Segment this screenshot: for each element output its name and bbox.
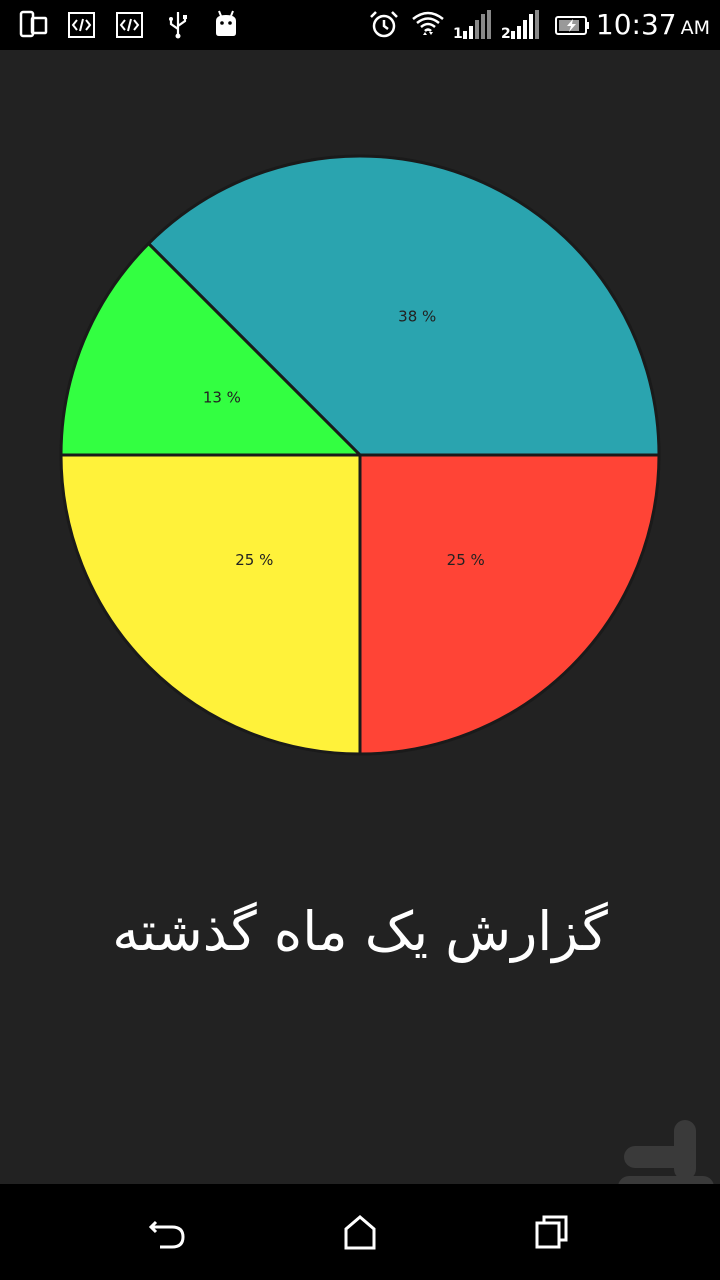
phone-dual-icon: [18, 9, 50, 41]
sim1-label: 1: [453, 26, 463, 41]
clock: 10:37 AM: [596, 8, 710, 41]
recents-icon[interactable]: [532, 1212, 572, 1252]
back-icon[interactable]: [148, 1212, 188, 1252]
sim2-label: 2: [501, 26, 511, 41]
signal-sim2-icon: 2: [500, 9, 542, 42]
pie-slice-label-3: 25 %: [447, 551, 485, 569]
navigation-bar: [0, 1184, 720, 1280]
android-icon: [210, 9, 242, 41]
pie-chart[interactable]: 38 % 13 % 25 % 25 %: [58, 153, 662, 757]
alarm-icon: [368, 9, 400, 41]
report-title: گزارش یک ماه گذشته: [112, 900, 608, 963]
pie-slice-label-0: 38 %: [398, 307, 436, 325]
battery-charging-icon: [554, 9, 592, 41]
main-content: 38 % 13 % 25 % 25 % گزارش یک ماه گذشته: [0, 50, 720, 1184]
code-icon: [66, 9, 98, 41]
pie-slice-label-2: 25 %: [235, 551, 273, 569]
pie-slice-3[interactable]: [358, 453, 661, 756]
usb-icon: [162, 9, 194, 41]
status-bar: 1 2 10:37 AM: [0, 0, 720, 50]
signal-sim1-icon: 1: [452, 9, 494, 42]
pie-chart-svg: 38 % 13 % 25 % 25 %: [59, 154, 661, 756]
wifi-icon: [410, 9, 446, 41]
pie-slice-2[interactable]: [59, 453, 362, 756]
clock-ampm: AM: [680, 17, 710, 39]
clock-time: 10:37: [595, 8, 677, 41]
home-icon[interactable]: [340, 1212, 380, 1252]
code-icon: [114, 9, 146, 41]
pie-slice-label-1: 13 %: [203, 388, 241, 406]
